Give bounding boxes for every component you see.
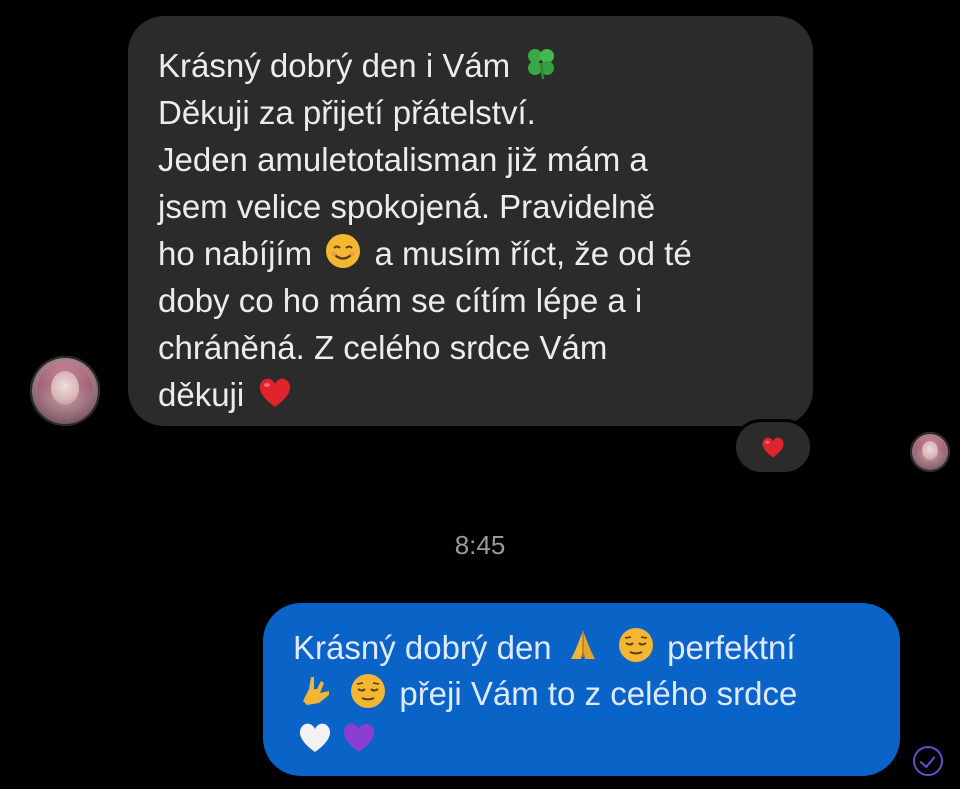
message-line: chráněná. Z celého srdce Vám <box>158 329 608 366</box>
purple-heart-emoji <box>339 717 379 757</box>
outgoing-message-bubble[interactable]: Krásný dobrý den perfektní přeji Vám to … <box>263 603 900 776</box>
message-timestamp: 8:45 <box>454 530 506 560</box>
folded-hands-emoji <box>563 625 603 665</box>
incoming-message-bubble[interactable]: Krásný dobrý den i Vám Děkuji za přijetí… <box>128 16 813 426</box>
message-line-text: Krásný dobrý den <box>293 629 552 666</box>
avatar-face <box>922 440 938 460</box>
message-line: ho nabíjím a musím říct, že od té <box>158 230 783 277</box>
message-line-text: perfektní <box>667 629 796 666</box>
message-line: Krásný dobrý den i Vám <box>158 42 783 89</box>
white-heart-emoji <box>295 717 335 757</box>
smiling-face-emoji <box>323 231 363 271</box>
love-you-gesture-emoji <box>295 671 335 711</box>
message-line-text: a musím říct, že od té <box>374 235 692 272</box>
message-line: Krásný dobrý den perfektní <box>293 625 870 671</box>
relieved-face-emoji <box>616 625 656 665</box>
message-line: jsem velice spokojená. Pravidelně <box>158 188 656 225</box>
message-line-text: ho nabíjím <box>158 235 313 272</box>
delivered-check-icon <box>913 746 943 776</box>
relieved-face-emoji <box>348 671 388 711</box>
message-line: děkuji <box>158 371 783 418</box>
avatar-face <box>51 371 79 405</box>
message-line <box>293 717 870 763</box>
message-line-text: děkuji <box>158 376 245 413</box>
four-leaf-clover-emoji <box>521 43 561 83</box>
message-line: doby co ho mám se cítím lépe a i <box>158 282 643 319</box>
message-line: Děkuji za přijetí přátelství. <box>158 94 536 131</box>
red-heart-emoji <box>255 372 295 412</box>
message-reaction[interactable] <box>733 419 813 475</box>
message-line: přeji Vám to z celého srdce <box>293 671 870 717</box>
message-line-text: Krásný dobrý den i Vám <box>158 47 511 84</box>
message-line-text: přeji Vám to z celého srdce <box>399 675 798 712</box>
message-line: Jeden amuletotalisman již mám a <box>158 141 648 178</box>
read-receipt-avatar <box>910 432 950 472</box>
sender-avatar[interactable] <box>30 356 100 426</box>
red-heart-icon <box>758 433 788 461</box>
